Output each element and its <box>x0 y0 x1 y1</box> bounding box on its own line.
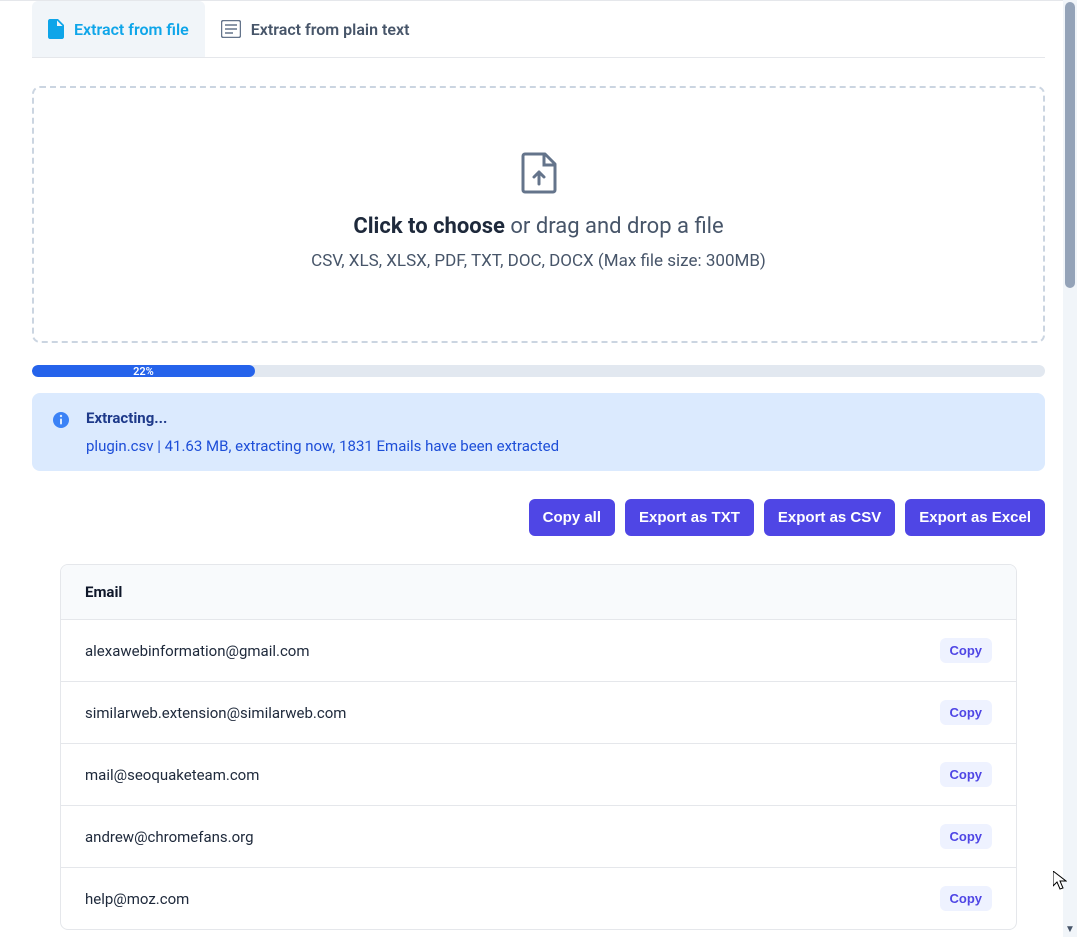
upload-dropzone[interactable]: Click to choose or drag and drop a file … <box>32 86 1045 343</box>
upload-subtitle: CSV, XLS, XLSX, PDF, TXT, DOC, DOCX (Max… <box>54 251 1023 271</box>
table-header-email: Email <box>61 565 1016 620</box>
info-icon <box>52 411 70 433</box>
results-table: Email alexawebinformation@gmail.comCopys… <box>60 564 1017 930</box>
upload-title-bold: Click to choose <box>353 214 505 239</box>
email-cell: alexawebinformation@gmail.com <box>85 642 310 660</box>
status-message: Extracting... plugin.csv | 41.63 MB, ext… <box>32 393 1045 471</box>
table-row: help@moz.com Copy <box>61 868 1016 929</box>
tab-label: Extract from plain text <box>251 20 410 39</box>
status-detail: plugin.csv | 41.63 MB, extracting now, 1… <box>86 437 559 455</box>
progress-percent-label: 22% <box>133 365 154 377</box>
copy-all-button[interactable]: Copy all <box>529 499 615 536</box>
scrollbar-thumb[interactable] <box>1065 2 1075 288</box>
email-cell: andrew@chromefans.org <box>85 828 254 846</box>
scrollbar-track[interactable]: ▼ <box>1063 0 1077 937</box>
table-row: mail@seoquaketeam.com Copy <box>61 744 1016 806</box>
table-row: andrew@chromefans.org Copy <box>61 806 1016 868</box>
tab-bar: Extract from file Extract from plain tex… <box>32 1 1045 58</box>
copy-row-button[interactable]: Copy <box>940 886 993 911</box>
progress-bar-track: 22% <box>32 365 1045 377</box>
copy-row-button[interactable]: Copy <box>940 700 993 725</box>
tab-extract-from-text[interactable]: Extract from plain text <box>205 1 426 57</box>
email-cell: similarweb.extension@similarweb.com <box>85 704 346 722</box>
copy-row-button[interactable]: Copy <box>940 824 993 849</box>
text-icon <box>221 20 241 38</box>
copy-row-button[interactable]: Copy <box>940 638 993 663</box>
copy-row-button[interactable]: Copy <box>940 762 993 787</box>
progress-bar-fill: 22% <box>32 365 255 377</box>
email-cell: help@moz.com <box>85 890 189 908</box>
file-icon <box>48 19 64 39</box>
table-row: alexawebinformation@gmail.com Copy <box>61 620 1016 682</box>
action-bar: Copy all Export as TXT Export as CSV Exp… <box>32 499 1045 536</box>
status-title: Extracting... <box>86 409 559 427</box>
export-txt-button[interactable]: Export as TXT <box>625 499 754 536</box>
email-cell: mail@seoquaketeam.com <box>85 766 259 784</box>
upload-file-icon <box>521 152 557 194</box>
upload-title: Click to choose or drag and drop a file <box>54 214 1023 239</box>
export-csv-button[interactable]: Export as CSV <box>764 499 895 536</box>
tab-extract-from-file[interactable]: Extract from file <box>32 1 205 57</box>
export-excel-button[interactable]: Export as Excel <box>905 499 1045 536</box>
table-row: similarweb.extension@similarweb.com Copy <box>61 682 1016 744</box>
scroll-down-icon[interactable]: ▼ <box>1065 924 1075 935</box>
tab-label: Extract from file <box>74 20 189 39</box>
upload-title-rest: or drag and drop a file <box>505 214 724 239</box>
